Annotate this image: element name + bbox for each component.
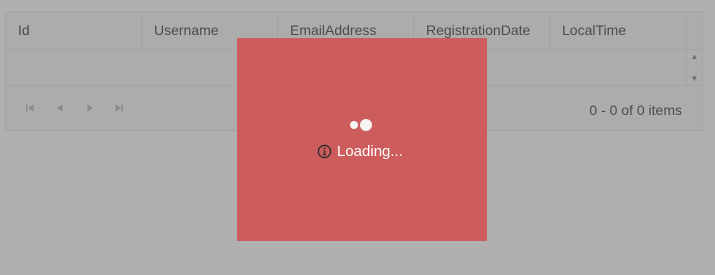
- scroll-up-arrow-icon[interactable]: ▲: [691, 52, 699, 61]
- loading-overlay: Loading...: [237, 38, 487, 241]
- info-icon: [317, 144, 332, 159]
- spinner-dot-large: [360, 119, 372, 131]
- spinner-dot-small: [350, 121, 358, 129]
- loading-message: Loading...: [317, 141, 403, 161]
- loading-spinner: [349, 118, 379, 132]
- pager-info: 0 - 0 of 0 items: [589, 102, 682, 118]
- first-page-icon[interactable]: [22, 100, 38, 116]
- column-header-id[interactable]: Id: [6, 12, 142, 49]
- next-page-icon[interactable]: [82, 100, 98, 116]
- header-scrollbar-spacer: [687, 12, 702, 49]
- column-header-localtime[interactable]: LocalTime: [550, 12, 687, 49]
- last-page-icon[interactable]: [111, 100, 127, 116]
- prev-page-icon[interactable]: [52, 100, 68, 116]
- vertical-scrollbar[interactable]: ▲ ▼: [686, 50, 702, 85]
- scroll-down-arrow-icon[interactable]: ▼: [691, 74, 699, 83]
- loading-text: Loading...: [337, 142, 403, 160]
